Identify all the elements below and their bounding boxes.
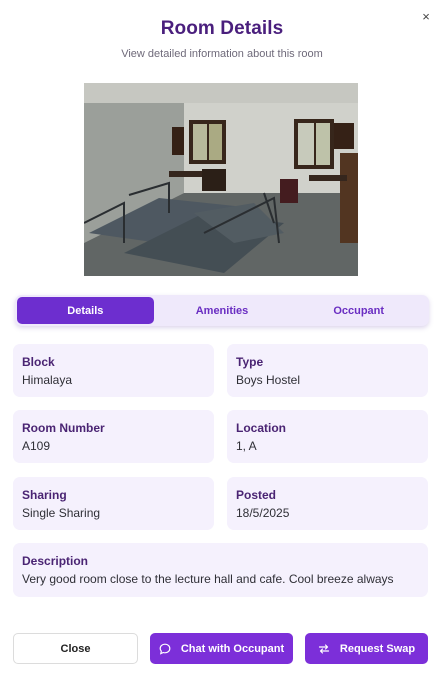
location-label: Location <box>236 421 286 435</box>
request-swap-button[interactable]: Request Swap <box>305 633 428 664</box>
room-number-label: Room Number <box>22 421 105 435</box>
swap-arrows-icon <box>318 643 330 654</box>
close-button-label: Close <box>60 642 91 655</box>
block-label: Block <box>22 355 55 369</box>
sharing-card: Sharing Single Sharing <box>13 477 214 530</box>
type-label: Type <box>236 355 264 369</box>
close-button[interactable]: Close <box>13 633 138 664</box>
room-details-dialog: × Room Details View detailed information… <box>0 0 444 664</box>
swap-button-label: Request Swap <box>339 642 416 655</box>
chat-button-label: Chat with Occupant <box>180 642 285 655</box>
close-icon[interactable]: × <box>418 8 434 24</box>
location-card: Location 1, A <box>227 410 428 463</box>
type-value: Boys Hostel <box>236 373 301 387</box>
posted-card: Posted 18/5/2025 <box>227 477 428 530</box>
posted-label: Posted <box>236 488 277 502</box>
dialog-subtitle: View detailed information about this roo… <box>121 48 323 60</box>
dialog-header: Room Details View detailed information a… <box>0 0 444 60</box>
type-card: Type Boys Hostel <box>227 344 428 397</box>
description-card: Description Very good room close to the … <box>13 543 428 597</box>
dialog-title: Room Details <box>160 18 284 39</box>
block-value: Himalaya <box>22 373 73 387</box>
sharing-label: Sharing <box>22 488 67 502</box>
description-label: Description <box>22 554 89 568</box>
tab-amenities[interactable]: Amenities <box>154 297 291 324</box>
block-card: Block Himalaya <box>13 344 214 397</box>
description-value: Very good room close to the lecture hall… <box>22 572 394 586</box>
location-value: 1, A <box>236 439 257 453</box>
chat-bubble-icon <box>159 643 171 655</box>
posted-value: 18/5/2025 <box>236 506 290 520</box>
room-tabs: Details Amenities Occupant <box>15 295 429 326</box>
tab-details[interactable]: Details <box>17 297 154 324</box>
chat-with-occupant-button[interactable]: Chat with Occupant <box>150 633 293 664</box>
room-number-card: Room Number A109 <box>13 410 214 463</box>
room-number-value: A109 <box>22 439 51 453</box>
sharing-value: Single Sharing <box>22 506 101 520</box>
room-photo <box>84 83 358 276</box>
tab-occupant[interactable]: Occupant <box>290 297 427 324</box>
